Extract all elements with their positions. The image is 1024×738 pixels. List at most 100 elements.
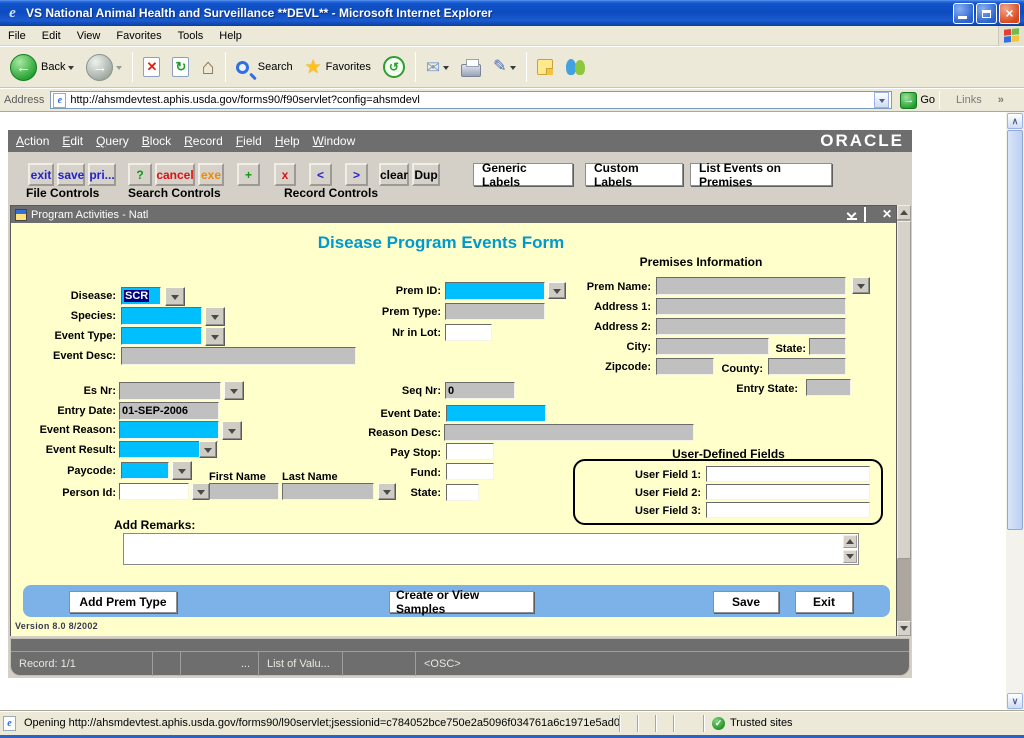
menu-view[interactable]: View <box>69 28 109 44</box>
event-result-dropdown-button[interactable] <box>199 441 217 458</box>
save-toolbar-button[interactable]: save <box>57 163 85 186</box>
event-desc-field[interactable] <box>121 347 356 365</box>
applet-scroll-down-button[interactable] <box>897 621 911 636</box>
restore-button[interactable] <box>976 3 997 24</box>
close-button[interactable]: × <box>999 3 1020 24</box>
user-field3-input[interactable] <box>706 502 870 518</box>
menu-tools[interactable]: Tools <box>170 28 212 44</box>
back-button[interactable]: ← Back <box>7 50 77 84</box>
notes-button[interactable] <box>534 50 556 84</box>
remarks-scroll-down-button[interactable] <box>843 550 857 563</box>
scroll-down-button[interactable]: ∨ <box>1007 693 1023 709</box>
menu-favorites[interactable]: Favorites <box>108 28 169 44</box>
mail-button[interactable]: ✉ <box>423 50 452 84</box>
address2-field[interactable] <box>656 318 846 335</box>
oracle-menu-record[interactable]: Record <box>184 134 223 148</box>
oracle-menu-field[interactable]: Field <box>236 134 262 148</box>
forward-button[interactable]: → <box>83 50 125 84</box>
applet-scrollbar-thumb[interactable] <box>897 221 911 559</box>
user-field2-input[interactable] <box>706 484 870 500</box>
address-dropdown-button[interactable] <box>874 92 889 108</box>
event-reason-field[interactable] <box>119 421 219 439</box>
print-toolbar-button[interactable]: pri... <box>88 163 116 186</box>
state-field[interactable] <box>446 484 479 501</box>
species-field[interactable] <box>121 307 202 325</box>
pay-stop-field[interactable] <box>446 443 494 460</box>
mdi-close-icon[interactable]: ✕ <box>882 209 892 220</box>
county-field[interactable] <box>768 358 846 375</box>
generic-labels-button[interactable]: Generic Labels <box>473 163 573 186</box>
seq-nr-field[interactable]: 0 <box>445 382 515 399</box>
scrollbar-thumb[interactable] <box>1007 130 1023 530</box>
event-reason-dropdown-button[interactable] <box>222 421 242 440</box>
paycode-dropdown-button[interactable] <box>172 461 192 480</box>
delete-record-button[interactable]: x <box>274 163 296 186</box>
person-id-field[interactable] <box>119 483 189 500</box>
cancel-query-button[interactable]: cancel <box>155 163 195 186</box>
mdi-restore-icon[interactable] <box>864 207 866 222</box>
links-chevron-icon[interactable]: » <box>998 94 1004 106</box>
disease-field[interactable]: SCR <box>121 287 161 305</box>
paycode-field[interactable] <box>121 462 169 479</box>
remarks-scroll-up-button[interactable] <box>843 535 857 548</box>
oracle-menu-query[interactable]: Query <box>96 134 129 148</box>
add-remarks-textarea[interactable] <box>123 533 859 565</box>
entry-date-field[interactable]: 01-SEP-2006 <box>119 402 219 420</box>
nr-in-lot-field[interactable] <box>445 324 492 341</box>
insert-record-button[interactable]: + <box>237 163 260 186</box>
applet-scrollbar[interactable] <box>897 205 911 636</box>
execute-query-button[interactable]: exe <box>198 163 224 186</box>
species-dropdown-button[interactable] <box>205 307 225 326</box>
menu-help[interactable]: Help <box>211 28 250 44</box>
list-events-button[interactable]: List Events on Premises <box>690 163 832 186</box>
history-button[interactable]: ↺ <box>380 50 408 84</box>
print-button[interactable] <box>458 50 484 84</box>
messenger-button[interactable] <box>562 50 590 84</box>
address-input[interactable]: e http://ahsmdevtest.aphis.usda.gov/form… <box>50 91 892 109</box>
menu-file[interactable]: File <box>0 28 34 44</box>
save-button[interactable]: Save <box>713 591 779 613</box>
browser-scrollbar[interactable]: ∧ ∨ <box>1006 112 1024 710</box>
mdi-minimize-icon[interactable] <box>846 209 858 220</box>
scroll-up-button[interactable]: ∧ <box>1007 113 1023 129</box>
fund-field[interactable] <box>446 463 494 480</box>
clear-button[interactable]: clear <box>379 163 409 186</box>
duplicate-button[interactable]: Dup <box>412 163 440 186</box>
back-dropdown-icon[interactable] <box>68 66 74 73</box>
entry-state-field[interactable] <box>806 379 851 396</box>
custom-labels-button[interactable]: Custom Labels <box>585 163 683 186</box>
enter-query-button[interactable]: ? <box>128 163 152 186</box>
refresh-button[interactable]: ↻ <box>169 50 192 84</box>
stop-button[interactable]: ✕ <box>140 50 163 84</box>
es-nr-field[interactable] <box>119 382 221 400</box>
disease-dropdown-button[interactable] <box>165 287 185 306</box>
add-prem-type-button[interactable]: Add Prem Type <box>69 591 177 613</box>
prem-name-field[interactable] <box>656 277 846 295</box>
oracle-menu-edit[interactable]: Edit <box>62 134 83 148</box>
applet-scroll-up-button[interactable] <box>897 205 911 220</box>
go-icon[interactable]: → <box>900 92 917 109</box>
mail-dropdown-icon[interactable] <box>443 66 449 73</box>
create-view-samples-button[interactable]: Create or View Samples <box>389 591 534 613</box>
address1-field[interactable] <box>656 298 846 315</box>
event-date-field[interactable] <box>446 405 546 422</box>
home-button[interactable]: ⌂ <box>198 50 217 84</box>
user-field1-input[interactable] <box>706 466 870 482</box>
oracle-menu-action[interactable]: Action <box>16 134 49 148</box>
event-type-field[interactable] <box>121 327 202 345</box>
reason-desc-field[interactable] <box>444 424 694 441</box>
favorites-button[interactable]: ★ Favorites <box>302 50 374 84</box>
es-nr-dropdown-button[interactable] <box>224 381 244 400</box>
search-button[interactable]: Search <box>233 50 296 84</box>
previous-record-button[interactable]: < <box>309 163 332 186</box>
oracle-menu-block[interactable]: Block <box>142 134 171 148</box>
oracle-menu-help[interactable]: Help <box>275 134 300 148</box>
prem-type-field[interactable] <box>445 303 545 320</box>
next-record-button[interactable]: > <box>345 163 368 186</box>
edit-page-button[interactable]: ✎ <box>490 50 518 84</box>
first-name-field[interactable] <box>209 483 279 500</box>
prem-name-dropdown-button[interactable] <box>852 277 870 294</box>
menu-edit[interactable]: Edit <box>34 28 69 44</box>
links-label[interactable]: Links <box>956 94 982 106</box>
premises-state-field[interactable] <box>809 338 846 355</box>
